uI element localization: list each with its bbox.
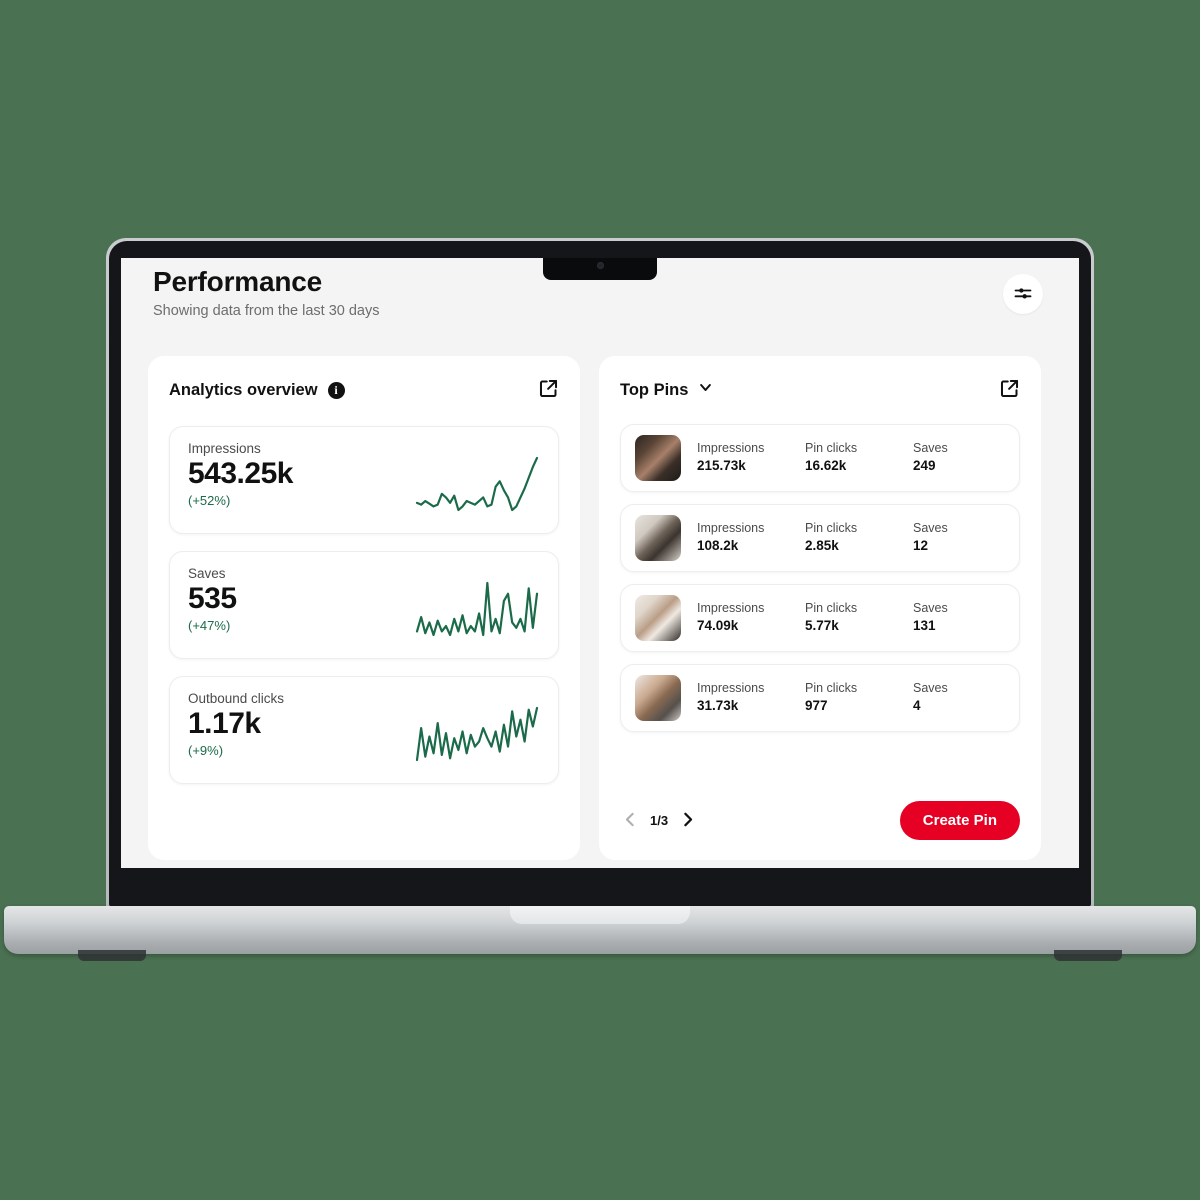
pin-row[interactable]: Impressions 31.73k Pin clicks 977 Saves … (620, 664, 1020, 732)
stat-value: 131 (913, 618, 936, 634)
stat-value: 74.09k (697, 618, 739, 634)
stat-value: 16.62k (805, 458, 847, 474)
analytics-panel-header: Analytics overview i (169, 378, 559, 402)
pin-row[interactable]: Impressions 74.09k Pin clicks 5.77k Save… (620, 584, 1020, 652)
top-pins-footer: 1/3 Create Pin (620, 801, 1020, 840)
chevron-down-icon (698, 380, 713, 400)
stat-label: Pin clicks (805, 520, 858, 535)
pin-thumbnail-4 (635, 675, 681, 721)
pin-stat-impressions: Impressions 31.73k (697, 680, 805, 716)
stat-value: 4 (913, 698, 921, 714)
panels-container: Analytics overview i Impressions 543.25k… (148, 356, 1041, 860)
stat-label: Saves (913, 680, 948, 695)
external-link-icon (999, 378, 1020, 402)
settings-button[interactable] (1003, 274, 1043, 314)
stat-value: 5.77k (805, 618, 839, 634)
pin-thumbnail-3 (635, 595, 681, 641)
pagination-prev-button[interactable] (620, 809, 641, 833)
pin-row[interactable]: Impressions 215.73k Pin clicks 16.62k Sa… (620, 424, 1020, 492)
sliders-icon (1013, 283, 1033, 306)
top-pins-title-text: Top Pins (620, 380, 689, 399)
pin-stat-clicks: Pin clicks 977 (805, 680, 913, 716)
pin-stat-clicks: Pin clicks 16.62k (805, 440, 913, 476)
stat-label: Impressions (697, 440, 765, 455)
stat-label: Pin clicks (805, 440, 858, 455)
pagination: 1/3 (620, 809, 698, 833)
stat-value: 249 (913, 458, 936, 474)
create-pin-button[interactable]: Create Pin (899, 801, 1020, 840)
pin-stat-clicks: Pin clicks 2.85k (805, 520, 913, 556)
info-icon[interactable]: i (327, 381, 345, 399)
sparkline-chart (415, 581, 539, 637)
metric-card[interactable]: Outbound clicks 1.17k (+9%) (169, 676, 559, 784)
pin-stats: Impressions 108.2k Pin clicks 2.85k Save… (697, 520, 1005, 556)
stat-label: Impressions (697, 680, 765, 695)
metric-card[interactable]: Impressions 543.25k (+52%) (169, 426, 559, 534)
stat-label: Saves (913, 440, 948, 455)
pin-stats: Impressions 31.73k Pin clicks 977 Saves … (697, 680, 1005, 716)
pin-stat-impressions: Impressions 74.09k (697, 600, 805, 636)
sparkline-chart (415, 706, 539, 762)
laptop-screen: Performance Showing data from the last 3… (121, 258, 1079, 868)
pin-stat-clicks: Pin clicks 5.77k (805, 600, 913, 636)
stat-label: Saves (913, 600, 948, 615)
webcam-icon (597, 262, 604, 269)
pagination-next-button[interactable] (677, 809, 698, 833)
stat-label: Impressions (697, 520, 765, 535)
metric-card-list: Impressions 543.25k (+52%) Saves 535 (+4… (169, 426, 559, 784)
pin-stats: Impressions 74.09k Pin clicks 5.77k Save… (697, 600, 1005, 636)
page-subtitle: Showing data from the last 30 days (153, 303, 380, 319)
stat-label: Pin clicks (805, 680, 858, 695)
metric-card[interactable]: Saves 535 (+47%) (169, 551, 559, 659)
laptop-foot-left (78, 950, 146, 961)
laptop-mockup: Performance Showing data from the last 3… (0, 0, 1200, 1200)
pin-stat-saves: Saves 4 (913, 680, 993, 716)
pin-stat-saves: Saves 131 (913, 600, 993, 636)
pin-stat-saves: Saves 12 (913, 520, 993, 556)
stat-value: 12 (913, 538, 929, 554)
top-pins-panel: Top Pins Impressions 215.73k Pin clicks … (599, 356, 1041, 860)
top-pins-panel-header: Top Pins (620, 378, 1020, 402)
pin-stat-impressions: Impressions 215.73k (697, 440, 805, 476)
analytics-expand-button[interactable] (538, 378, 559, 402)
analytics-overview-panel: Analytics overview i Impressions 543.25k… (148, 356, 580, 860)
stat-value: 108.2k (697, 538, 739, 554)
stat-label: Saves (913, 520, 948, 535)
pin-thumbnail-2 (635, 515, 681, 561)
stat-value: 31.73k (697, 698, 739, 714)
analytics-title-text: Analytics overview (169, 380, 318, 399)
stat-value: 2.85k (805, 538, 839, 554)
chevron-right-icon (679, 811, 696, 831)
top-pins-expand-button[interactable] (999, 378, 1020, 402)
stat-label: Pin clicks (805, 600, 858, 615)
pin-stats: Impressions 215.73k Pin clicks 16.62k Sa… (697, 440, 1005, 476)
chevron-left-icon (622, 811, 639, 831)
performance-page: Performance Showing data from the last 3… (121, 258, 1079, 868)
sparkline-chart (415, 456, 539, 512)
pin-row[interactable]: Impressions 108.2k Pin clicks 2.85k Save… (620, 504, 1020, 572)
laptop-base-notch (510, 906, 690, 924)
page-header: Performance Showing data from the last 3… (153, 266, 380, 319)
pin-thumbnail-1 (635, 435, 681, 481)
page-title: Performance (153, 266, 322, 297)
stat-value: 215.73k (697, 458, 746, 474)
pin-stat-impressions: Impressions 108.2k (697, 520, 805, 556)
pagination-count: 1/3 (650, 813, 669, 828)
stat-label: Impressions (697, 600, 765, 615)
pin-list: Impressions 215.73k Pin clicks 16.62k Sa… (620, 424, 1020, 732)
top-pins-dropdown[interactable]: Top Pins (620, 380, 713, 400)
analytics-panel-title: Analytics overview i (169, 381, 345, 400)
pin-stat-saves: Saves 249 (913, 440, 993, 476)
stat-value: 977 (805, 698, 828, 714)
laptop-foot-right (1054, 950, 1122, 961)
external-link-icon (538, 378, 559, 402)
